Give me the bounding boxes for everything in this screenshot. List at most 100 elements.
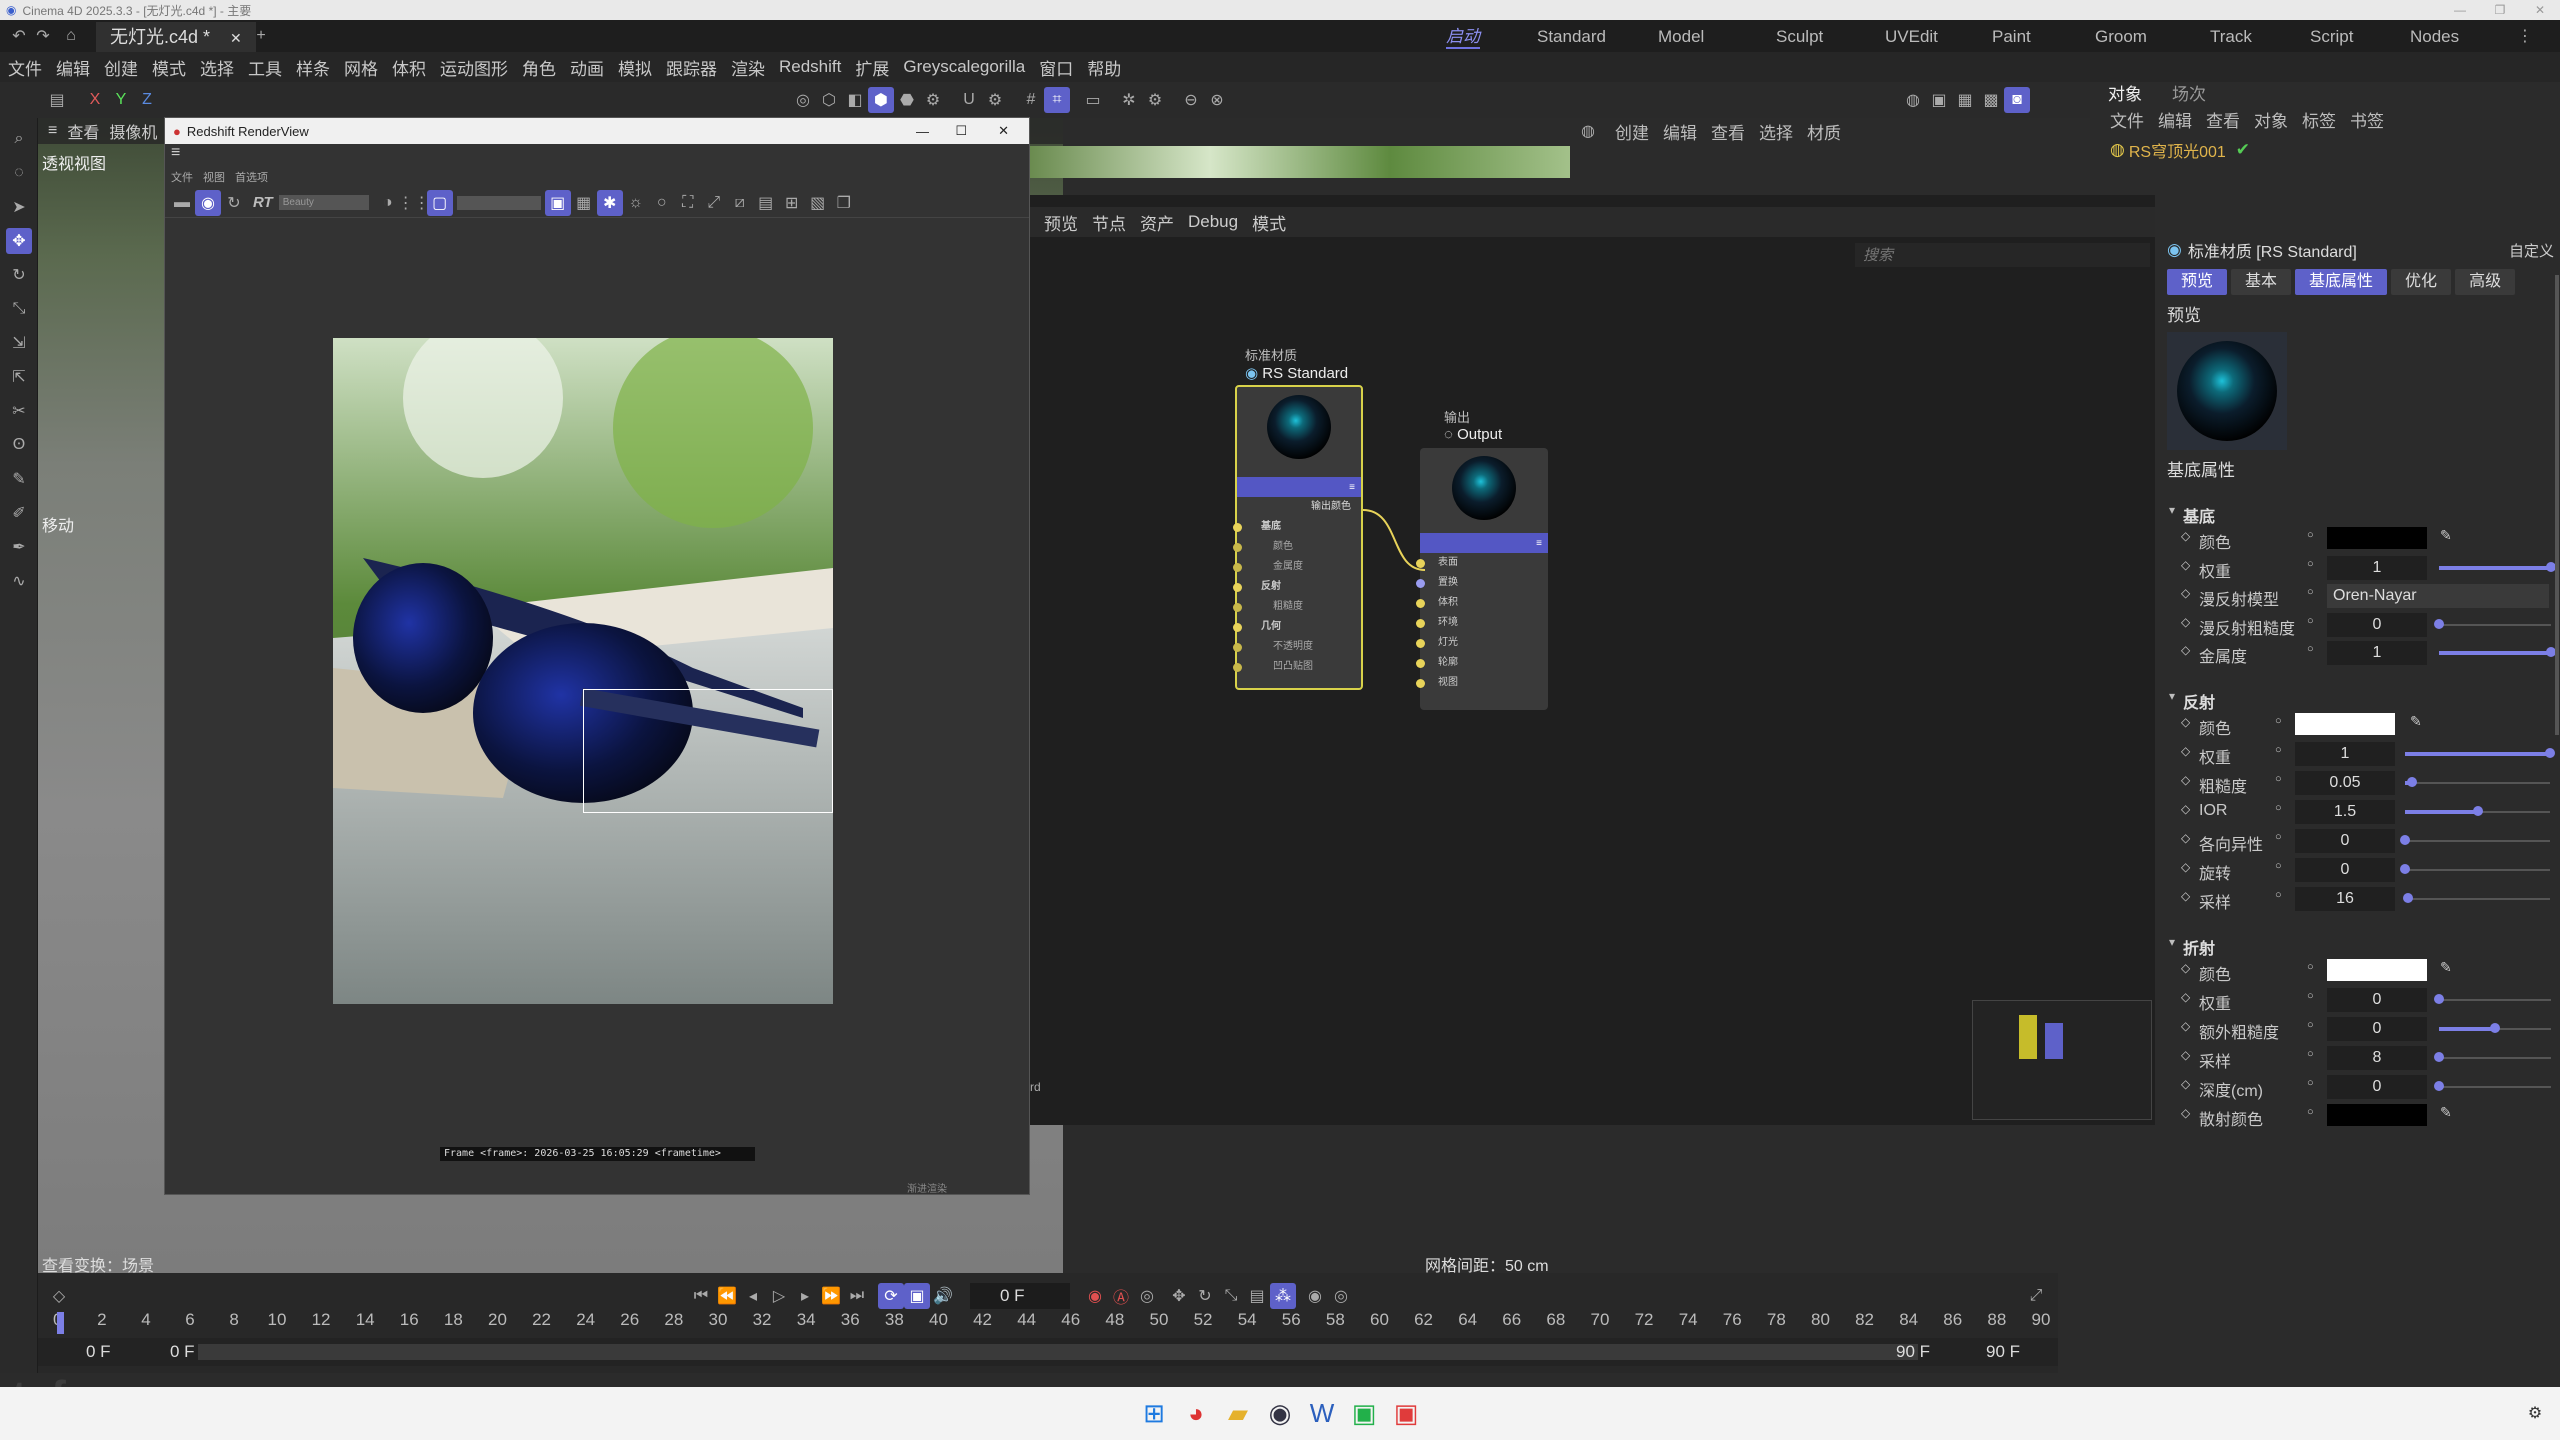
axis-lock-x[interactable]: X: [82, 87, 108, 113]
rt-toggle[interactable]: RT: [253, 194, 273, 211]
layout-tab-5[interactable]: Paint: [1992, 25, 2031, 49]
scale-key-icon[interactable]: ⤡: [1218, 1283, 1244, 1309]
animate-circle-icon[interactable]: ○: [2307, 1077, 2314, 1089]
search-icon[interactable]: ⌕: [6, 126, 32, 152]
scale-tool-icon[interactable]: ⤡: [6, 296, 32, 322]
render-region-box[interactable]: [583, 689, 833, 813]
menu-item-17[interactable]: Greyscalegorilla: [903, 57, 1025, 77]
animate-circle-icon[interactable]: ○: [2275, 773, 2282, 785]
mesh-mode-icon[interactable]: ⬡: [816, 87, 842, 113]
windows-start-icon[interactable]: ⊞: [1133, 1398, 1175, 1428]
attr-slider[interactable]: [2439, 565, 2551, 570]
add-snapshot-icon[interactable]: ⊞: [779, 190, 805, 216]
attr-slider[interactable]: [2439, 1057, 2551, 1059]
red-app-icon[interactable]: ▣: [1385, 1398, 1427, 1428]
symmetry-settings-icon[interactable]: ⚙: [1142, 87, 1168, 113]
param-diamond-icon[interactable]: ◇: [2181, 586, 2190, 600]
render-region-icon[interactable]: ⊖: [1178, 87, 1204, 113]
node-menu-item-0[interactable]: 预览: [1044, 210, 1078, 235]
cinema4d-taskbar-icon[interactable]: ◉: [1259, 1398, 1301, 1428]
refresh-icon[interactable]: ↻: [221, 190, 247, 216]
obj-menu-0[interactable]: 文件: [2110, 107, 2144, 132]
node-top-menu-item-1[interactable]: 编辑: [1663, 119, 1697, 144]
viewport-toggle-icon[interactable]: ▤: [44, 87, 70, 113]
next-key-icon[interactable]: ⏩: [818, 1283, 844, 1309]
play-icon[interactable]: ▷: [766, 1283, 792, 1309]
animate-circle-icon[interactable]: ○: [2275, 715, 2282, 727]
obj-menu-3[interactable]: 对象: [2254, 107, 2288, 132]
color-swatch[interactable]: [2295, 713, 2395, 735]
onion-icon[interactable]: ◎: [1328, 1283, 1354, 1309]
tray-icon[interactable]: ⚙: [2522, 1400, 2548, 1426]
wechat-icon[interactable]: ▣: [1343, 1398, 1385, 1428]
node-std-port-0[interactable]: 基底: [1233, 517, 1361, 537]
record-icon[interactable]: ◉: [1082, 1283, 1108, 1309]
layout-tab-4[interactable]: UVEdit: [1885, 25, 1938, 49]
attr-value-field[interactable]: 1: [2327, 555, 2427, 580]
node-top-menu-item-3[interactable]: 选择: [1759, 119, 1793, 144]
render-button-icon[interactable]: ◉: [195, 189, 221, 216]
range-start-b[interactable]: 0 F: [170, 1342, 195, 1362]
animate-circle-icon[interactable]: ○: [2307, 558, 2314, 570]
layout-tab-9[interactable]: Nodes: [2410, 25, 2459, 49]
slider-knob[interactable]: [2400, 864, 2410, 874]
prev-frame-icon[interactable]: ◂: [740, 1283, 766, 1309]
live-selection-icon[interactable]: ◌: [6, 160, 32, 186]
node-top-menu-item-0[interactable]: 创建: [1615, 119, 1649, 144]
attr-value-field[interactable]: 0: [2295, 829, 2395, 853]
attr-value-field[interactable]: 1: [2295, 742, 2395, 766]
region-icon[interactable]: ▢: [426, 189, 453, 216]
sun-icon[interactable]: ☼: [623, 190, 649, 216]
axis-lock-y[interactable]: Y: [108, 87, 134, 113]
animate-circle-icon[interactable]: ○: [2307, 586, 2314, 598]
spline-tool-icon[interactable]: ∿: [6, 568, 32, 594]
current-frame-field[interactable]: 0 F: [970, 1283, 1070, 1309]
slider-knob[interactable]: [2402, 893, 2413, 903]
playhead[interactable]: [57, 1312, 64, 1334]
attr-slider[interactable]: [2439, 1086, 2551, 1088]
param-diamond-icon[interactable]: ◇: [2181, 831, 2190, 845]
lasso-tool-icon[interactable]: ʘ: [6, 432, 32, 458]
attr-value-field[interactable]: 0.05: [2295, 771, 2395, 795]
renderview-maximize-button[interactable]: ☐: [955, 123, 967, 139]
port-dot[interactable]: [1416, 599, 1425, 608]
attr-slider[interactable]: [2405, 752, 2550, 756]
param-diamond-icon[interactable]: ◇: [2181, 1048, 2190, 1062]
port-dot[interactable]: [1416, 679, 1425, 688]
node-out-menu-icon[interactable]: ≡: [1536, 538, 1542, 549]
bucket-icon[interactable]: ✱: [596, 189, 623, 216]
menu-item-2[interactable]: 创建: [104, 55, 138, 80]
key-all-icon[interactable]: ◎: [1134, 1283, 1160, 1309]
range-slider[interactable]: [198, 1344, 1918, 1360]
node-out-port-2[interactable]: 体积: [1416, 593, 1548, 613]
eyedropper-icon[interactable]: ✎: [2440, 959, 2452, 976]
menu-item-6[interactable]: 样条: [296, 55, 330, 80]
menu-item-1[interactable]: 编辑: [56, 55, 90, 80]
node-menu-item-4[interactable]: 模式: [1252, 210, 1286, 235]
pen-tool-icon[interactable]: ✒: [6, 534, 32, 560]
section-refl[interactable]: 反射: [2183, 689, 2215, 713]
port-dot[interactable]: [1233, 643, 1242, 652]
layout-tab-6[interactable]: Groom: [2095, 25, 2147, 49]
brush-tool-icon[interactable]: ✎: [6, 466, 32, 492]
render-image[interactable]: [333, 338, 833, 1004]
attr-value-field[interactable]: 8: [2327, 1046, 2427, 1070]
param-diamond-icon[interactable]: ◇: [2181, 802, 2190, 816]
param-key-icon[interactable]: ▤: [1244, 1283, 1270, 1309]
lock-render-icon[interactable]: ▣: [544, 189, 571, 216]
mode-icon[interactable]: ◍: [1575, 118, 1601, 144]
param-diamond-icon[interactable]: ◇: [2181, 529, 2190, 543]
node-out-port-0[interactable]: 表面: [1416, 553, 1548, 573]
color-swatch[interactable]: [2327, 959, 2427, 981]
attr-value-field[interactable]: 0: [2327, 612, 2427, 637]
layout-tab-8[interactable]: Script: [2310, 25, 2353, 49]
model-mode-icon[interactable]: ◎: [790, 87, 816, 113]
layout-tab-2[interactable]: Model: [1658, 25, 1704, 49]
menu-item-11[interactable]: 动画: [570, 55, 604, 80]
viewport-menu-view[interactable]: 查看: [67, 119, 99, 143]
attr-slider[interactable]: [2439, 999, 2551, 1001]
section-collapse-icon[interactable]: ▾: [2169, 935, 2175, 949]
node-menu-item-3[interactable]: Debug: [1188, 212, 1238, 232]
render-icon[interactable]: ◙: [2004, 87, 2030, 113]
menu-item-16[interactable]: 扩展: [855, 55, 889, 80]
